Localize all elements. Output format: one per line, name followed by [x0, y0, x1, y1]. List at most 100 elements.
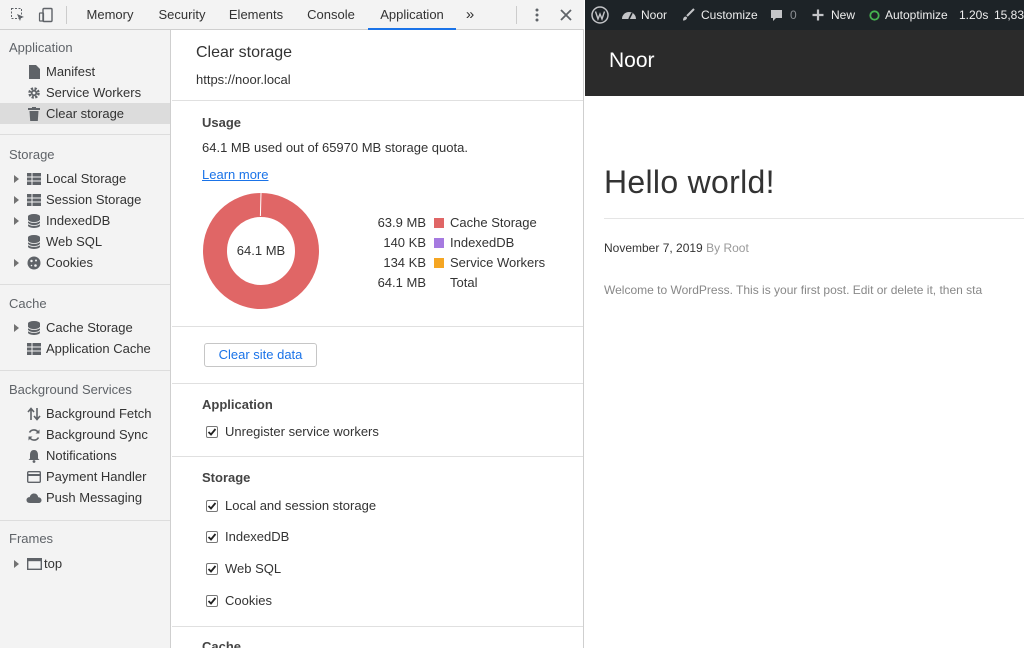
sidebar-item-label: Manifest — [46, 64, 96, 79]
legend-label: Service Workers — [450, 255, 546, 270]
checkbox-web-sql[interactable] — [206, 563, 218, 575]
post-title[interactable]: Hello world! — [604, 164, 775, 201]
admin-bar-customize[interactable]: Customize — [701, 0, 758, 30]
devtools-panel: Memory Security Elements Console Applica… — [0, 0, 584, 648]
database-icon — [26, 210, 42, 231]
admin-bar-new[interactable]: New — [831, 0, 855, 30]
sidebar-item-clear-storage[interactable]: Clear storage — [0, 103, 170, 124]
sidebar-item-cache-storage[interactable]: Cache Storage — [0, 317, 170, 338]
more-options-icon[interactable] — [528, 6, 546, 24]
origin-url: https://noor.local — [196, 72, 291, 87]
post-date[interactable]: November 7, 2019 — [604, 241, 703, 255]
legend-swatch-service-workers — [434, 258, 444, 268]
site-header: Noor — [585, 30, 1024, 96]
tab-console[interactable]: Console — [298, 0, 364, 30]
section-divider — [172, 456, 583, 457]
donut-center-label: 64.1 MB — [236, 243, 286, 258]
sidebar-item-label: Push Messaging — [46, 490, 143, 505]
option-label: Web SQL — [225, 561, 282, 576]
legend-size: 140 KB — [383, 235, 426, 250]
comment-icon[interactable] — [770, 0, 784, 30]
sidebar-item-session-storage[interactable]: Session Storage — [0, 189, 170, 210]
section-title-background-services: Background Services — [9, 382, 132, 397]
inspect-element-icon[interactable] — [9, 6, 27, 24]
sidebar-item-indexeddb[interactable]: IndexedDB — [0, 210, 170, 231]
option-label: Cookies — [225, 593, 272, 608]
plus-icon[interactable] — [812, 0, 824, 30]
admin-bar-timing[interactable]: 1.20s — [959, 0, 988, 30]
sidebar-item-label: Service Workers — [46, 85, 142, 100]
site-title[interactable]: Noor — [609, 49, 655, 73]
application-options-heading: Application — [202, 397, 273, 412]
section-divider — [172, 626, 583, 627]
legend-size: 134 KB — [383, 255, 426, 270]
expand-arrow-icon[interactable] — [14, 553, 22, 574]
sidebar-item-label: Payment Handler — [46, 469, 147, 484]
expand-arrow-icon[interactable] — [14, 168, 22, 189]
expand-arrow-icon[interactable] — [14, 252, 22, 273]
section-title-frames: Frames — [9, 531, 54, 546]
admin-bar-queries[interactable]: 15,83 — [994, 0, 1024, 30]
section-divider — [0, 370, 170, 371]
expand-arrow-icon[interactable] — [14, 210, 22, 231]
gear-icon — [26, 82, 42, 103]
sidebar-item-web-sql[interactable]: Web SQL — [0, 231, 170, 252]
post-by-label: By — [706, 241, 721, 255]
sidebar-item-notifications[interactable]: Notifications — [0, 445, 170, 466]
checkbox-indexeddb[interactable] — [206, 531, 218, 543]
tab-application[interactable]: Application — [368, 0, 456, 30]
frame-icon — [26, 553, 42, 574]
wordpress-logo-icon[interactable] — [591, 0, 609, 30]
sidebar-item-label: top — [44, 556, 63, 571]
storage-options-heading: Storage — [202, 470, 251, 485]
admin-bar-autoptimize[interactable]: Autoptimize — [885, 0, 948, 30]
sidebar-item-label: Notifications — [46, 448, 117, 463]
checkbox-cookies[interactable] — [206, 595, 218, 607]
brush-icon — [681, 0, 695, 30]
checkbox-local-session-storage[interactable] — [206, 500, 218, 512]
checkbox-unregister-service-workers[interactable] — [206, 426, 218, 438]
cloud-icon — [26, 487, 42, 508]
sidebar-item-push-messaging[interactable]: Push Messaging — [0, 487, 170, 508]
sidebar-item-background-fetch[interactable]: Background Fetch — [0, 403, 170, 424]
section-divider — [172, 383, 583, 384]
option-label: IndexedDB — [225, 529, 290, 544]
sidebar-item-application-cache[interactable]: Application Cache — [0, 338, 170, 359]
sidebar-item-frame-top[interactable]: top — [0, 553, 170, 574]
sidebar-item-cookies[interactable]: Cookies — [0, 252, 170, 273]
learn-more-link[interactable]: Learn more — [202, 167, 268, 182]
expand-arrow-icon[interactable] — [14, 317, 22, 338]
option-label: Local and session storage — [225, 498, 377, 513]
section-title-storage: Storage — [9, 147, 55, 162]
admin-bar-site-name[interactable]: Noor — [641, 0, 667, 30]
expand-arrow-icon[interactable] — [14, 189, 22, 210]
sidebar-item-service-workers[interactable]: Service Workers — [0, 82, 170, 103]
post-author[interactable]: Root — [723, 241, 748, 255]
bell-icon — [26, 445, 42, 466]
tab-memory[interactable]: Memory — [78, 0, 142, 30]
cookie-icon — [26, 252, 42, 273]
usage-heading: Usage — [202, 115, 242, 130]
sidebar-item-label: Local Storage — [46, 171, 127, 186]
option-label: Unregister service workers — [225, 424, 379, 439]
sidebar-item-local-storage[interactable]: Local Storage — [0, 168, 170, 189]
usage-summary: 64.1 MB used out of 65970 MB storage quo… — [202, 140, 468, 155]
clear-site-data-button[interactable]: Clear site data — [204, 343, 317, 367]
device-toolbar-icon[interactable] — [37, 6, 55, 24]
sidebar-item-background-sync[interactable]: Background Sync — [0, 424, 170, 445]
tab-security[interactable]: Security — [150, 0, 214, 30]
table-icon — [26, 189, 42, 210]
sidebar-item-payment-handler[interactable]: Payment Handler — [0, 466, 170, 487]
database-icon — [26, 231, 42, 252]
clear-storage-panel: Clear storage https://noor.local Usage 6… — [172, 30, 583, 648]
close-icon[interactable] — [557, 6, 575, 24]
dashboard-icon[interactable] — [621, 0, 637, 30]
sidebar-item-manifest[interactable]: Manifest — [0, 61, 170, 82]
trash-icon — [26, 103, 42, 124]
legend-size: 63.9 MB — [377, 215, 426, 230]
legend-size: 64.1 MB — [377, 275, 426, 290]
more-tabs-button[interactable]: » — [460, 0, 480, 30]
comment-count: 0 — [790, 8, 797, 22]
tab-elements[interactable]: Elements — [222, 0, 290, 30]
usage-donut-chart: 64.1 MB — [202, 192, 320, 310]
